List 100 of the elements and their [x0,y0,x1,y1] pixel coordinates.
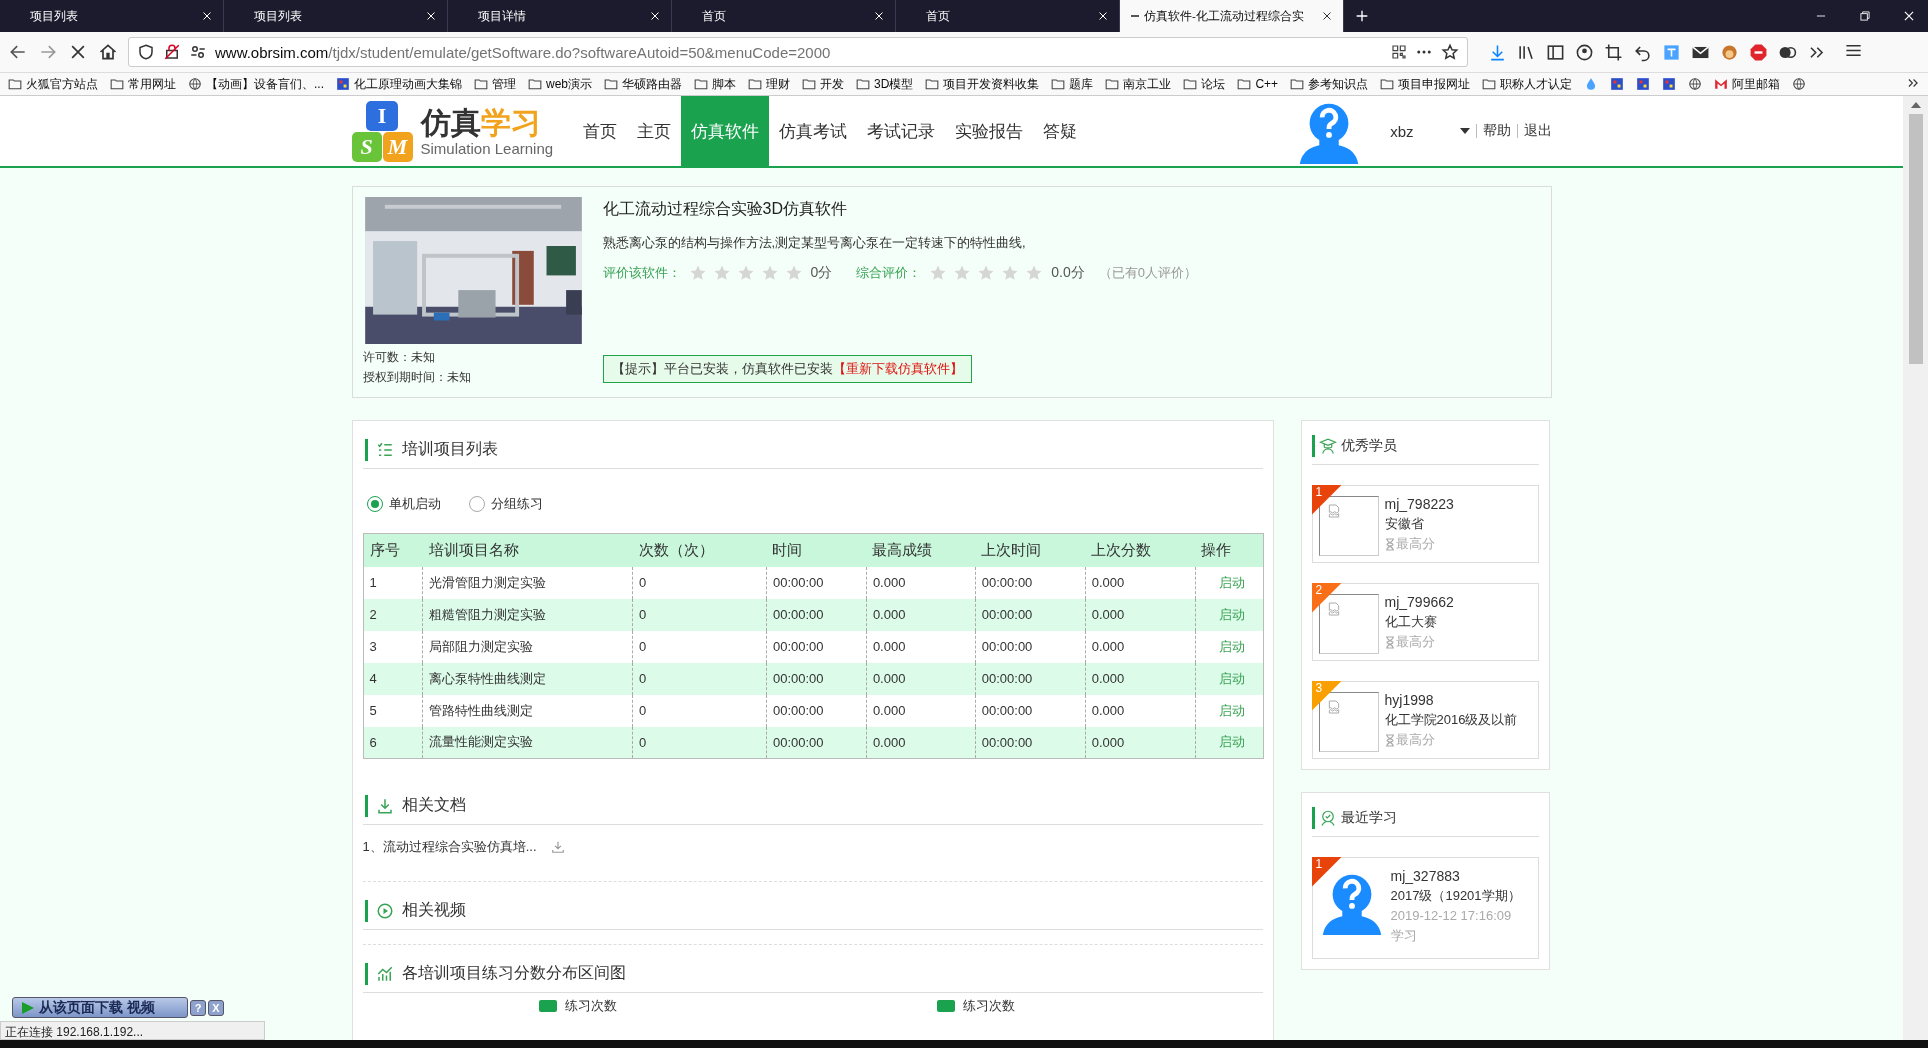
student-name: mj_798223 [1384,496,1454,512]
radio-button[interactable] [468,496,485,512]
star-icon[interactable] [784,264,803,282]
scrollbar[interactable] [1903,96,1928,1040]
nav-item[interactable]: 仿真考试 [769,96,858,166]
scroll-thumb[interactable] [1908,114,1923,364]
legend-label: 练习次数 [962,997,1015,1015]
star-icon[interactable] [712,264,731,282]
star-icon[interactable] [736,264,755,282]
column-header: 序号 [363,533,423,567]
globe-icon[interactable] [1688,77,1703,91]
nav-item[interactable]: 实验报告 [945,96,1034,166]
bookmark-item[interactable]: 论坛 [1183,75,1226,93]
bookmark-item[interactable]: 管理 [474,75,516,93]
folder-icon [748,77,763,91]
close-icon[interactable] [201,10,213,22]
bookmark-item[interactable]: 【动画】设备盲们、... [188,75,324,93]
browser-tab[interactable]: 仿真软件-化工流动过程综合实 [1120,0,1344,32]
bookmark-item[interactable]: 火狐官方站点 [8,75,98,93]
download-icon[interactable] [550,840,565,854]
bookmark-item[interactable]: 开发 [802,75,845,93]
bookmark-item[interactable]: 参考知识点 [1290,75,1369,93]
bookmark-item[interactable]: 3D模型 [856,75,914,93]
close-icon[interactable] [1902,9,1916,23]
nav-item[interactable]: 答疑 [1033,96,1088,166]
info-icon[interactable] [189,43,207,61]
redownload-link[interactable]: 【重新下载仿真软件】 [832,361,963,376]
download-icon[interactable] [1488,42,1507,62]
student-card[interactable]: 2 mj_799662 化工大赛 最高分 [1311,583,1539,661]
rating-score: 0.0分 [1051,264,1085,282]
close-icon[interactable] [649,10,661,22]
radio-label[interactable]: 单机启动 [388,495,441,513]
graduate-icon [1318,436,1337,455]
user-name[interactable]: xbz [1390,122,1414,140]
bookmark-item[interactable]: 题库 [1051,75,1094,93]
shield-icon[interactable] [137,43,155,61]
table-cell: 00:00:00 [975,726,1086,759]
student-card[interactable]: 1 mj_327883 2017级（19201学期） 2019-12-12 17:16:09 学习 [1311,857,1539,959]
bookmark-item[interactable]: 南京工业 [1105,75,1172,93]
star-icon[interactable] [688,264,707,282]
bookmark-item[interactable]: 常用网址 [110,75,176,93]
monkey-icon[interactable] [1720,42,1739,62]
sidebar-icon[interactable] [1546,42,1565,62]
bookmark-item[interactable]: 理财 [748,75,791,93]
nav-item[interactable]: 考试记录 [857,96,946,166]
table-cell: 局部阻力测定实验 [422,630,633,663]
address-bar[interactable]: www.obrsim.com/tjdx/student/emulate/getSoftware.do?softwareAutoid=50&menuCode=2000 [128,37,1468,67]
adblock-icon[interactable] [1749,42,1768,62]
home-icon[interactable] [98,42,118,62]
nav-item[interactable]: 主页 [627,96,682,166]
rank-number: 3 [1315,681,1323,695]
table-cell: 4 [363,662,423,695]
caret-icon[interactable] [1459,128,1470,134]
download-video-button[interactable]: 从该页面下载 视频 [12,997,188,1018]
close-icon[interactable] [1097,10,1109,22]
bookmark-item[interactable]: 项目开发资料收集 [925,75,1040,93]
section-marker [364,962,368,985]
header-link[interactable]: 退出 [1523,122,1552,140]
bookmark-item[interactable]: 化工原理动画大集锦 [336,75,462,93]
student-card[interactable]: 3 hyj1998 化工学院2016级及以前 最高分 [1311,681,1539,759]
bookmark-item[interactable]: 脚本 [694,75,737,93]
header-link[interactable]: 帮助 [1482,122,1511,140]
star-icon[interactable] [760,264,779,282]
bookmark-item[interactable]: 职称人才认定 [1482,75,1573,93]
plus-icon[interactable] [1354,8,1370,24]
install-notice: 【提示】平台已安装，仿真软件已安装【重新下载仿真软件】 [602,355,972,383]
account-icon[interactable] [1575,42,1594,62]
restore-icon[interactable] [1858,9,1872,23]
crop-icon[interactable] [1604,42,1623,62]
section-marker [364,794,368,817]
app-icon[interactable] [1610,77,1625,91]
scroll-up-icon[interactable] [1910,100,1921,108]
globe-icon[interactable] [1792,77,1807,91]
nav-item[interactable]: 首页 [573,96,628,166]
close-icon[interactable] [425,10,437,22]
folder-icon [1380,77,1395,91]
table-cell: 0.000 [1085,726,1196,759]
rank-number: 2 [1315,583,1323,597]
rating-label: 评价该软件： [602,264,681,282]
translate-icon[interactable] [1662,42,1681,62]
qr-code-icon[interactable] [1391,44,1407,60]
bookmark-item[interactable]: web演示 [528,75,593,93]
star-icon[interactable] [1441,43,1459,61]
radio-label[interactable]: 分组练习 [490,495,543,513]
bookmark-item[interactable]: 阿里邮箱 [1714,75,1781,93]
document-link[interactable]: 1、流动过程综合实验仿真培... [362,838,537,856]
bookmark-item[interactable]: 项目申报网址 [1380,75,1471,93]
folder-icon [604,77,619,91]
table-cell: 0.000 [1085,566,1196,599]
table-cell: 0 [632,694,767,727]
app-icon[interactable] [1662,77,1677,91]
bookmark-item[interactable]: 华硕路由器 [604,75,683,93]
close-icon[interactable] [1321,10,1333,22]
table-cell: 00:00:00 [975,662,1086,695]
close-icon[interactable] [873,10,885,22]
bookmark-item[interactable]: C++ [1237,77,1279,91]
radio-button[interactable] [366,496,383,512]
student-card[interactable]: 1 mj_798223 安徽省 最高分 [1311,485,1539,563]
app-icon[interactable] [1636,77,1651,91]
blocked-lock-icon[interactable] [163,43,181,61]
